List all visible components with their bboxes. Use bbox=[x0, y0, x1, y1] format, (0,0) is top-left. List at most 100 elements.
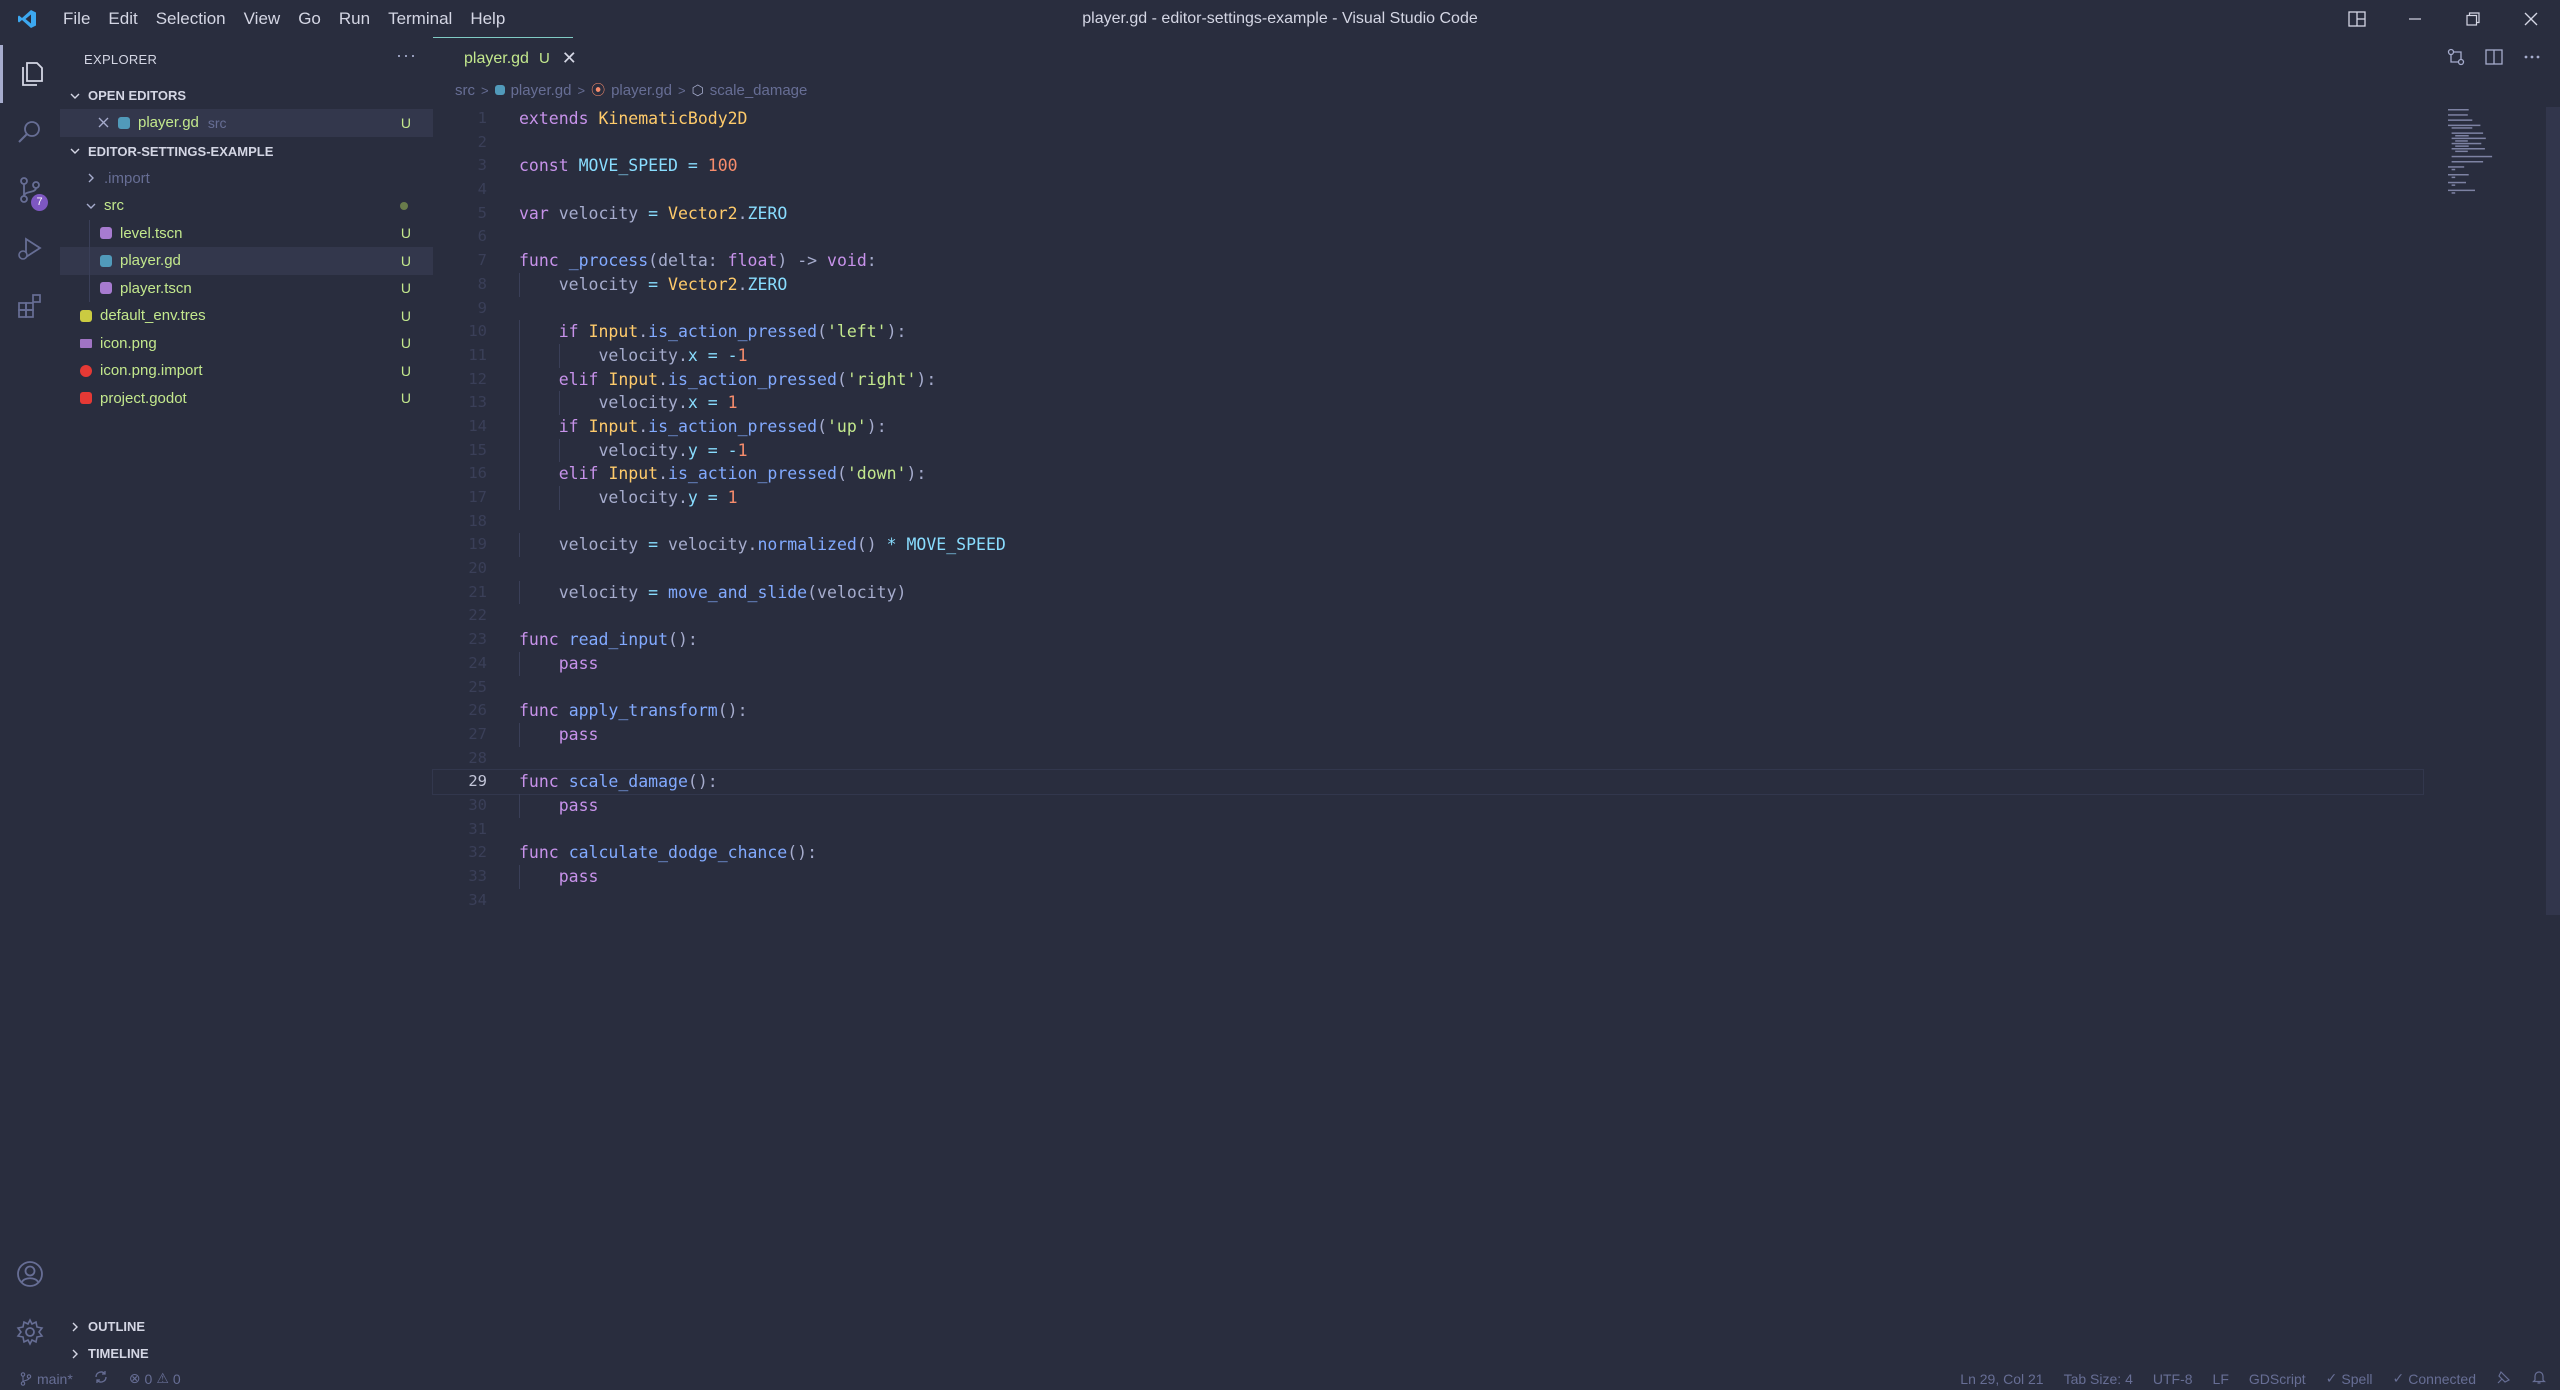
code-line[interactable]: 10 if Input.is_action_pressed('left'): bbox=[433, 320, 2423, 344]
code-line[interactable]: 23 func read_input(): bbox=[433, 628, 2423, 652]
timeline-section[interactable]: TIMELINE bbox=[60, 1340, 433, 1367]
tab-size[interactable]: Tab Size: 4 bbox=[2064, 1371, 2133, 1387]
cursor-position[interactable]: Ln 29, Col 21 bbox=[1960, 1371, 2043, 1387]
menu-help[interactable]: Help bbox=[461, 0, 514, 37]
editor-scrollbar[interactable] bbox=[2546, 107, 2560, 915]
tab-close-icon[interactable]: ✕ bbox=[562, 48, 577, 69]
tree-file-project-godot[interactable]: project.godot U bbox=[60, 385, 433, 413]
source-control-icon[interactable]: 7 bbox=[0, 161, 60, 219]
close-window-icon[interactable] bbox=[2502, 0, 2560, 37]
tree-file-icon-png[interactable]: icon.png U bbox=[60, 330, 433, 358]
tree-folder-import[interactable]: .import bbox=[60, 165, 433, 193]
code-line[interactable]: 12 elif Input.is_action_pressed('right')… bbox=[433, 367, 2423, 392]
code-line[interactable]: 30 pass bbox=[433, 793, 2423, 818]
line-number: 20 bbox=[468, 559, 487, 578]
menu-file[interactable]: File bbox=[54, 0, 99, 37]
code-line[interactable]: 19 velocity = velocity.normalized() * MO… bbox=[433, 533, 2423, 558]
problems-status[interactable]: ⊗ 0 ⚠ 0 bbox=[129, 1370, 181, 1387]
tree-folder-src[interactable]: src bbox=[60, 192, 433, 220]
restore-icon[interactable] bbox=[2444, 0, 2502, 37]
minimap-line bbox=[2455, 135, 2469, 137]
minimize-icon[interactable] bbox=[2386, 0, 2444, 37]
spell-status[interactable]: ✓ Spell bbox=[2326, 1370, 2373, 1387]
menu-go[interactable]: Go bbox=[289, 0, 330, 37]
code-line[interactable]: 26 func apply_transform(): bbox=[433, 699, 2423, 723]
settings-gear-icon[interactable] bbox=[0, 1303, 60, 1361]
code-line[interactable]: 7 func _process(delta: float) -> void: bbox=[433, 249, 2423, 273]
code-line[interactable]: 14 if Input.is_action_pressed('up'): bbox=[433, 414, 2423, 439]
run-debug-icon[interactable] bbox=[0, 219, 60, 277]
more-actions-icon[interactable] bbox=[2522, 47, 2542, 72]
menu-run[interactable]: Run bbox=[330, 0, 379, 37]
code-line[interactable]: 28 bbox=[433, 747, 2423, 771]
breadcrumb-item[interactable]: src bbox=[455, 82, 475, 99]
menu-edit[interactable]: Edit bbox=[99, 0, 146, 37]
feedback-icon[interactable] bbox=[2496, 1369, 2512, 1388]
line-text: func apply_transform(): bbox=[519, 701, 748, 721]
notifications-bell-icon[interactable] bbox=[2532, 1369, 2546, 1388]
more-actions-icon[interactable]: ··· bbox=[396, 45, 417, 66]
menu-selection[interactable]: Selection bbox=[147, 0, 235, 37]
sync-icon[interactable] bbox=[93, 1370, 109, 1387]
breadcrumb-item[interactable]: player.gd bbox=[611, 82, 672, 99]
code-editor[interactable]: 1 extends KinematicBody2D 2 3 const MOVE_SPE… bbox=[432, 107, 2424, 913]
minimap[interactable] bbox=[2440, 107, 2560, 1367]
code-line[interactable]: 15 velocity.y = -1 bbox=[433, 438, 2423, 463]
language-mode[interactable]: GDScript bbox=[2249, 1371, 2306, 1387]
code-line[interactable]: 24 pass bbox=[433, 651, 2423, 676]
breadcrumb-item[interactable]: player.gd bbox=[511, 82, 572, 99]
code-line[interactable]: 9 bbox=[433, 297, 2423, 321]
code-line[interactable]: 3 const MOVE_SPEED = 100 bbox=[433, 154, 2423, 178]
encoding[interactable]: UTF-8 bbox=[2153, 1371, 2193, 1387]
open-changes-icon[interactable] bbox=[2446, 47, 2466, 72]
outline-section[interactable]: OUTLINE bbox=[60, 1313, 433, 1340]
menu-terminal[interactable]: Terminal bbox=[379, 0, 461, 37]
code-line[interactable]: 25 bbox=[433, 676, 2423, 700]
tab-label: player.gd bbox=[464, 49, 529, 67]
indent-guide bbox=[558, 391, 560, 415]
code-line[interactable]: 8 velocity = Vector2.ZERO bbox=[433, 272, 2423, 297]
code-line[interactable]: 32 func calculate_dodge_chance(): bbox=[433, 841, 2423, 865]
split-editor-icon[interactable] bbox=[2484, 47, 2504, 72]
code-line[interactable]: 29 func scale_damage(): bbox=[432, 769, 2424, 795]
chevron-right-icon: > bbox=[677, 82, 686, 98]
tree-file-level-tscn[interactable]: level.tscn U bbox=[60, 219, 433, 247]
code-line[interactable]: 17 velocity.y = 1 bbox=[433, 486, 2423, 510]
workspace-folder-section[interactable]: EDITOR-SETTINGS-EXAMPLE bbox=[60, 138, 433, 165]
customize-layout-icon[interactable] bbox=[2328, 0, 2386, 37]
tree-file-default-env[interactable]: default_env.tres U bbox=[60, 302, 433, 330]
tab-player-gd[interactable]: player.gd U ✕ bbox=[433, 37, 577, 79]
code-line[interactable]: 27 pass bbox=[433, 722, 2423, 747]
branch-status[interactable]: main* bbox=[20, 1371, 73, 1387]
tree-file-player-gd[interactable]: player.gd U bbox=[60, 247, 433, 275]
tree-file-player-tscn[interactable]: player.tscn U bbox=[60, 274, 433, 302]
open-editors-section[interactable]: OPEN EDITORS bbox=[60, 82, 433, 109]
code-line[interactable]: 13 velocity.x = 1 bbox=[433, 391, 2423, 415]
accounts-icon[interactable] bbox=[0, 1245, 60, 1303]
code-line[interactable]: 20 bbox=[433, 557, 2423, 581]
connection-status[interactable]: ✓ Connected bbox=[2393, 1370, 2476, 1387]
extensions-icon[interactable] bbox=[0, 277, 60, 335]
code-line[interactable]: 5 var velocity = Vector2.ZERO bbox=[433, 202, 2423, 226]
code-line[interactable]: 18 bbox=[433, 510, 2423, 534]
code-line[interactable]: 16 elif Input.is_action_pressed('down'): bbox=[433, 462, 2423, 486]
line-text: velocity.x = 1 bbox=[598, 393, 738, 413]
explorer-icon[interactable] bbox=[0, 45, 60, 103]
end-of-line[interactable]: LF bbox=[2213, 1371, 2229, 1387]
code-line[interactable]: 21 velocity = move_and_slide(velocity) bbox=[433, 580, 2423, 605]
search-icon[interactable] bbox=[0, 103, 60, 161]
breadcrumb-item[interactable]: scale_damage bbox=[710, 82, 808, 99]
code-line[interactable]: 22 bbox=[433, 604, 2423, 628]
code-line[interactable]: 34 bbox=[433, 889, 2423, 913]
open-editor-item[interactable]: player.gd src U bbox=[60, 109, 433, 137]
code-line[interactable]: 6 bbox=[433, 225, 2423, 249]
code-line[interactable]: 1 extends KinematicBody2D bbox=[433, 107, 2423, 131]
code-line[interactable]: 31 bbox=[433, 818, 2423, 842]
code-line[interactable]: 4 bbox=[433, 178, 2423, 202]
code-line[interactable]: 33 pass bbox=[433, 865, 2423, 889]
menu-view[interactable]: View bbox=[235, 0, 290, 37]
close-icon[interactable] bbox=[94, 117, 112, 128]
tree-file-icon-png-import[interactable]: icon.png.import U bbox=[60, 357, 433, 385]
code-line[interactable]: 2 bbox=[433, 131, 2423, 155]
code-line[interactable]: 11 velocity.x = -1 bbox=[433, 343, 2423, 368]
